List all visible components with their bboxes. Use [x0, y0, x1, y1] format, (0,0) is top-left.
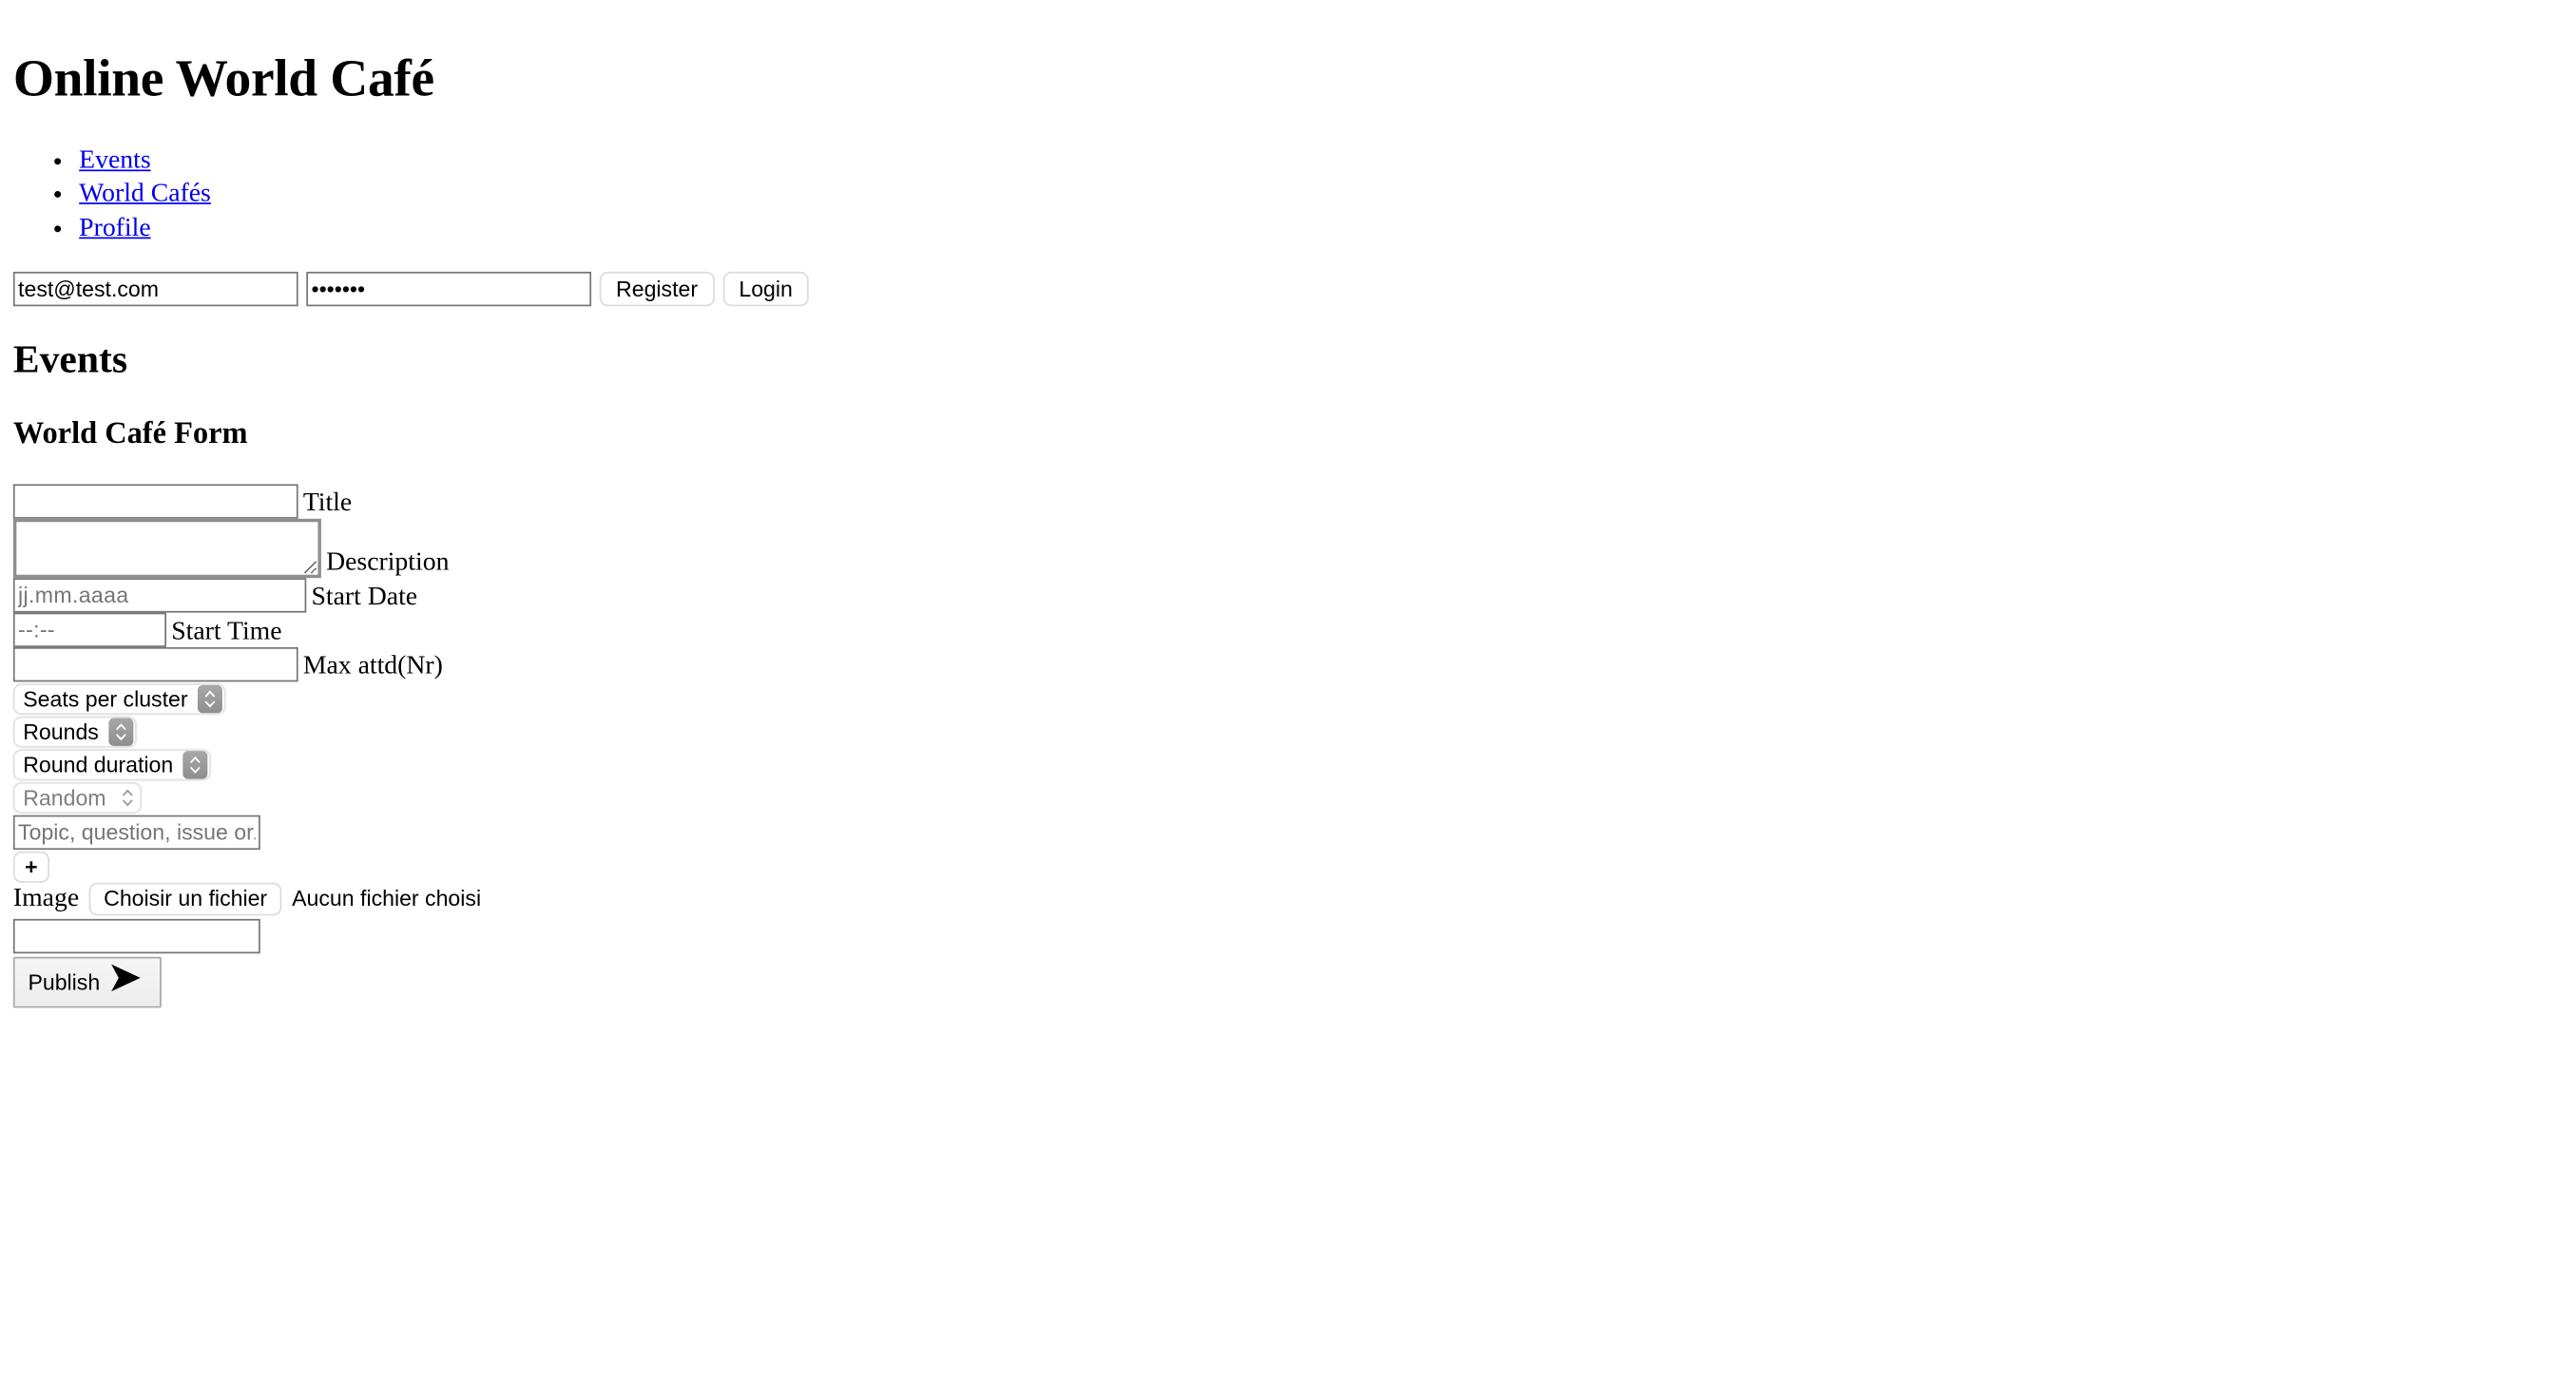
assignment-mode-value: Random	[23, 785, 106, 811]
start-date-label: Start Date	[311, 583, 418, 611]
image-url-input[interactable]	[12, 918, 260, 953]
nav-link-world-cafes[interactable]: World Cafés	[79, 180, 211, 207]
email-field[interactable]	[12, 272, 298, 307]
max-attendees-label: Max attd(Nr)	[302, 651, 443, 680]
chevron-updown-icon	[116, 783, 139, 811]
nav-link-events[interactable]: Events	[79, 146, 150, 174]
max-attendees-field-row: Max attd(Nr)	[12, 646, 2563, 682]
rounds-select[interactable]: Rounds	[12, 716, 137, 748]
nav-link-profile[interactable]: Profile	[79, 214, 150, 241]
page-root: Online World Café Events World Cafés Pro…	[0, 0, 2576, 1380]
publish-button-label: Publish	[28, 969, 101, 995]
image-label: Image	[12, 884, 80, 912]
description-label: Description	[326, 547, 450, 577]
register-button[interactable]: Register	[599, 272, 715, 307]
title-input[interactable]	[12, 484, 298, 519]
description-field-row: Description	[12, 518, 2563, 578]
image-upload-row: Image Choisir un fichier Aucun fichier c…	[12, 882, 2563, 916]
rounds-value: Rounds	[23, 719, 99, 744]
start-time-field-row: Start Time	[12, 612, 2563, 647]
form-heading: World Café Form	[12, 416, 248, 451]
start-date-input[interactable]	[12, 577, 307, 613]
max-attendees-input[interactable]	[12, 646, 298, 682]
auth-bar: Register Login	[12, 272, 2563, 307]
topic-input[interactable]	[12, 815, 260, 850]
chevron-updown-icon	[183, 750, 208, 779]
login-button[interactable]: Login	[722, 272, 810, 307]
seats-per-cluster-select[interactable]: Seats per cluster	[12, 682, 226, 715]
nav-item-profile: Profile	[79, 212, 2563, 245]
description-textarea[interactable]	[12, 518, 321, 578]
round-duration-value: Round duration	[23, 752, 174, 777]
file-status-text: Aucun fichier choisi	[292, 886, 482, 911]
start-date-field-row: Start Date	[12, 577, 2563, 613]
main-navigation: Events World Cafés Profile	[13, 144, 2563, 245]
section-heading-events: Events	[12, 339, 128, 383]
send-arrow-icon: ➤	[106, 952, 143, 1003]
seats-per-cluster-value: Seats per cluster	[23, 686, 188, 712]
start-time-label: Start Time	[171, 617, 282, 645]
start-time-input[interactable]	[12, 612, 167, 647]
password-field[interactable]	[306, 272, 592, 307]
publish-button[interactable]: Publish ➤	[12, 952, 161, 1008]
world-cafe-form: Title Description Start Date Start Time …	[12, 484, 2563, 1008]
title-label: Title	[302, 489, 353, 517]
nav-item-events: Events	[79, 144, 2563, 178]
assignment-mode-select: Random	[12, 781, 143, 814]
chevron-updown-icon	[197, 684, 222, 713]
round-duration-select[interactable]: Round duration	[12, 749, 212, 780]
choose-file-button[interactable]: Choisir un fichier	[88, 882, 282, 916]
title-field-row: Title	[12, 484, 2563, 519]
nav-item-world-cafes: World Cafés	[79, 179, 2563, 212]
chevron-updown-icon	[108, 718, 134, 746]
page-title: Online World Café	[12, 48, 434, 108]
add-topic-button[interactable]: +	[12, 851, 49, 883]
nav-list: Events World Cafés Profile	[13, 144, 2563, 245]
